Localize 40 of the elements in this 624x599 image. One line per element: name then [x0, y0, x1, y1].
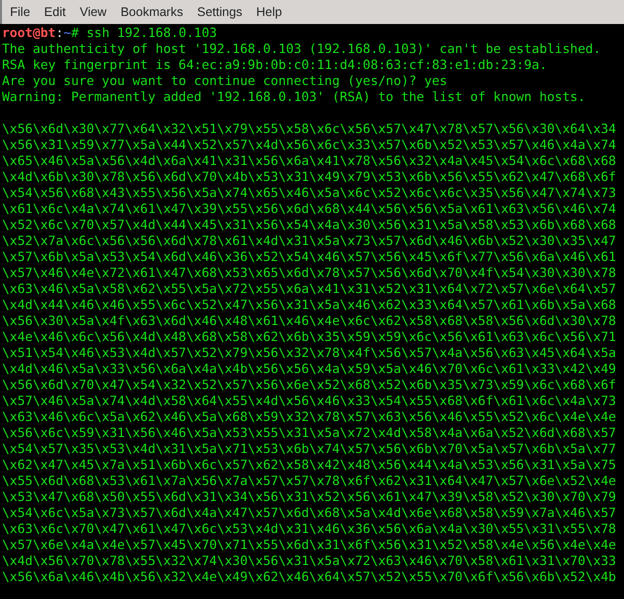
hex-line: \x52\x7a\x6c\x56\x56\x6d\x78\x61\x4d\x31\x5a\x73\x57\x6d\x46\x6b\x52\x30\x35\x47 — [2, 234, 616, 250]
menu-item[interactable]: File — [10, 2, 30, 22]
hex-line: \x51\x54\x46\x53\x4d\x57\x52\x79\x56\x32\x78\x4f\x56\x57\x4a\x56\x63\x45\x64\x5a — [2, 346, 616, 362]
hex-line: \x56\x31\x59\x77\x5a\x44\x52\x57\x4d\x56\x6c\x33\x57\x6b\x52\x53\x57\x46\x4a\x74 — [2, 138, 616, 154]
hex-line: \x57\x6b\x5a\x53\x54\x6d\x46\x36\x52\x54\x46\x57\x56\x45\x6f\x77\x56\x6a\x46\x61 — [2, 250, 616, 266]
hex-line: \x56\x6c\x59\x31\x56\x46\x5a\x53\x55\x31\x5a\x72\x4d\x58\x4a\x6a\x52\x6d\x68\x57 — [2, 426, 616, 442]
command-prompt: root@bt:~# ssh 192.168.0.103 — [2, 26, 217, 42]
hex-line: \x63\x46\x5a\x58\x62\x55\x5a\x72\x55\x6a\x41\x31\x52\x31\x64\x72\x57\x6e\x64\x57 — [2, 282, 616, 298]
menu-item[interactable]: Help — [256, 2, 282, 22]
hex-line: \x63\x6c\x70\x47\x61\x47\x6c\x53\x4d\x31\x46\x36\x56\x6a\x4a\x30\x55\x31\x55\x78 — [2, 522, 616, 538]
output-line: Warning: Permanently added '192.168.0.103' (RSA) to the list of known hosts. — [2, 90, 586, 106]
output-line: Are you sure you want to continue connecting (yes/no)? yes — [2, 74, 448, 90]
hex-line: \x55\x6d\x68\x53\x61\x7a\x56\x7a\x57\x57\x78\x6f\x62\x31\x64\x47\x57\x6e\x52\x4e — [2, 474, 616, 490]
hex-line: \x4d\x46\x5a\x33\x56\x6a\x4a\x4b\x56\x56\x4a\x59\x5a\x46\x70\x6c\x61\x33\x42\x49 — [2, 362, 616, 378]
hex-line: \x61\x6c\x4a\x74\x61\x47\x39\x55\x56\x6d\x68\x44\x56\x56\x5a\x61\x63\x56\x46\x74 — [2, 202, 616, 218]
menu-item[interactable]: Settings — [197, 2, 242, 22]
output-line: The authenticity of host '192.168.0.103 (192.168.0.103)' can't be established. — [2, 42, 601, 58]
hex-line: \x53\x47\x68\x50\x55\x6d\x31\x34\x56\x31\x52\x56\x61\x47\x39\x58\x52\x30\x70\x79 — [2, 490, 616, 506]
menu-item[interactable]: Edit — [44, 2, 66, 22]
menu-item[interactable]: Bookmarks — [120, 2, 184, 22]
hex-line: \x54\x6c\x5a\x73\x57\x6d\x4a\x47\x57\x6d\x68\x5a\x4d\x6e\x68\x58\x59\x7a\x46\x57 — [2, 506, 616, 522]
hex-line: \x54\x56\x68\x43\x55\x56\x5a\x74\x65\x46\x5a\x6c\x52\x6c\x6c\x35\x56\x47\x74\x73 — [2, 186, 616, 202]
hex-line: \x62\x47\x45\x7a\x51\x6b\x6c\x57\x62\x58\x42\x48\x56\x44\x4a\x53\x56\x31\x5a\x75 — [2, 458, 616, 474]
hex-line: \x57\x46\x4e\x72\x61\x47\x68\x53\x65\x6d\x78\x57\x56\x6d\x70\x4f\x54\x30\x30\x78 — [2, 266, 616, 282]
hex-line: \x54\x57\x35\x53\x4d\x31\x5a\x71\x53\x6b\x74\x57\x56\x6b\x70\x5a\x57\x6b\x5a\x77 — [2, 442, 616, 458]
hex-line: \x57\x6e\x4a\x4e\x57\x45\x70\x71\x55\x6d\x31\x6f\x56\x31\x52\x58\x4e\x56\x4e\x4e — [2, 538, 616, 554]
hex-line: \x56\x6d\x70\x47\x54\x32\x52\x57\x56\x6e\x52\x68\x52\x6b\x35\x73\x59\x6c\x68\x6f — [2, 378, 616, 394]
menu-item[interactable]: View — [80, 2, 107, 22]
hex-line: \x56\x30\x5a\x4f\x63\x6d\x46\x48\x61\x46\x4e\x6c\x62\x58\x68\x58\x56\x6d\x30\x78 — [2, 314, 616, 330]
hex-line: \x65\x46\x5a\x56\x4d\x6a\x41\x31\x56\x6a\x41\x78\x56\x32\x4a\x45\x54\x6c\x68\x68 — [2, 154, 616, 170]
hex-line: \x4d\x56\x70\x78\x55\x32\x74\x30\x56\x31\x5a\x72\x63\x46\x70\x58\x61\x31\x70\x33 — [2, 554, 616, 570]
hex-line: \x57\x46\x5a\x74\x4d\x58\x64\x55\x4d\x56\x46\x33\x54\x55\x68\x6f\x61\x6c\x4a\x73 — [2, 394, 616, 410]
hex-line: \x63\x46\x6c\x5a\x62\x46\x5a\x68\x59\x32\x78\x57\x63\x56\x46\x55\x52\x6c\x4e\x4e — [2, 410, 616, 426]
hex-line: \x4e\x46\x6c\x56\x4d\x48\x68\x58\x62\x6b\x35\x59\x59\x6c\x56\x61\x63\x6c\x56\x71 — [2, 330, 616, 346]
hex-line: \x52\x6c\x70\x57\x4d\x44\x45\x31\x56\x54\x4a\x30\x56\x31\x5a\x58\x53\x6b\x68\x68 — [2, 218, 616, 234]
hex-line: \x4d\x44\x46\x46\x55\x6c\x52\x47\x56\x31\x5a\x46\x62\x33\x64\x57\x61\x6b\x5a\x68 — [2, 298, 616, 314]
hex-line: \x56\x6d\x30\x77\x64\x32\x51\x79\x55\x58\x6c\x56\x57\x47\x78\x57\x56\x30\x64\x34 — [2, 122, 616, 138]
hex-line: \x56\x6a\x46\x4b\x56\x32\x4e\x49\x62\x46\x64\x57\x52\x55\x70\x6f\x56\x6b\x52\x4b — [2, 570, 616, 586]
hex-line: \x4d\x6b\x30\x78\x56\x6d\x70\x4b\x53\x31\x49\x79\x53\x6b\x56\x55\x62\x47\x68\x6f — [2, 170, 616, 186]
output-line: RSA key fingerprint is 64:ec:a9:9b:0b:c0:11:d4:08:63:cf:83:e1:db:23:9a. — [2, 58, 548, 74]
